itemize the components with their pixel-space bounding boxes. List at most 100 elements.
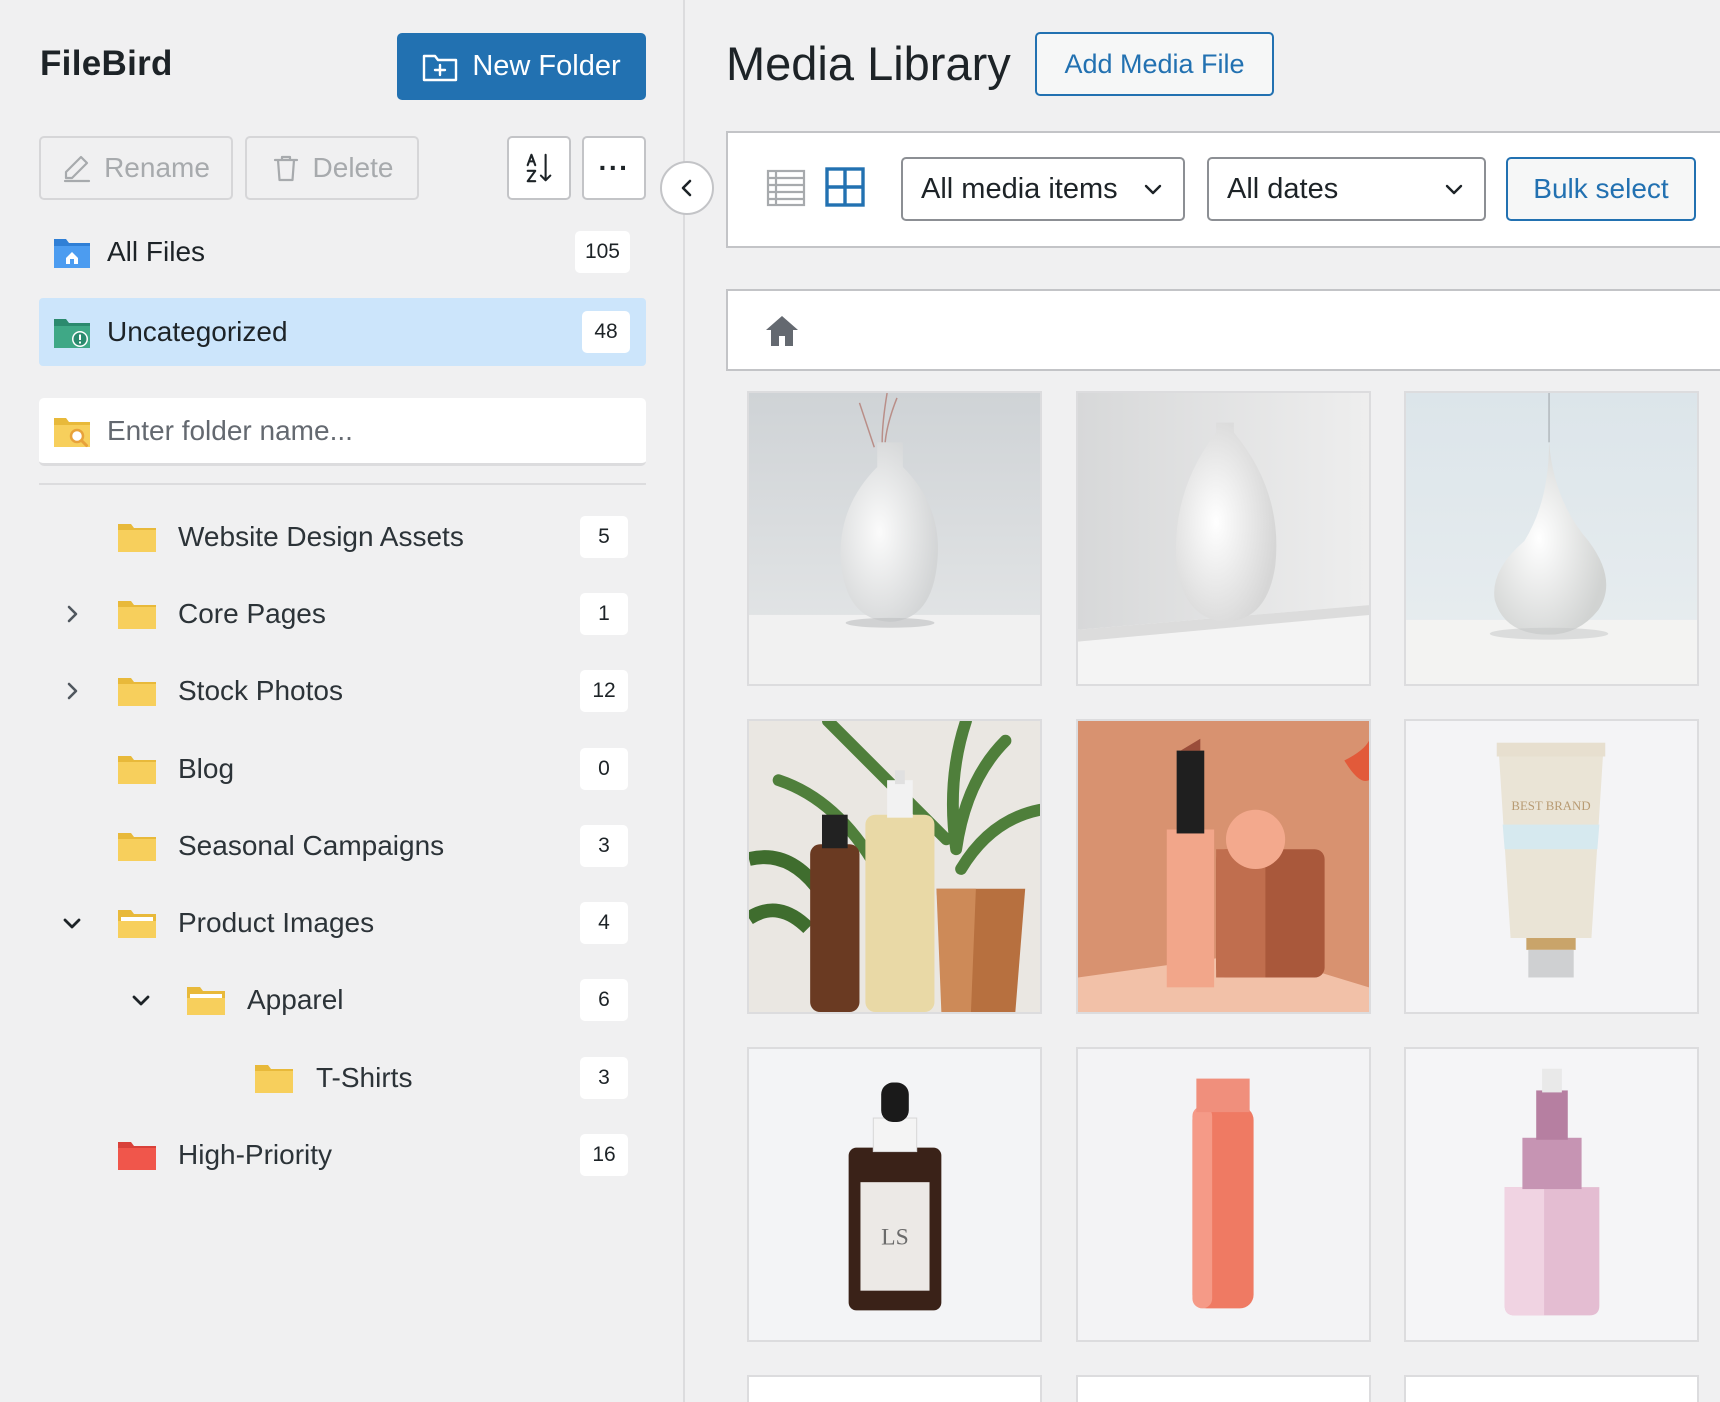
- list-view-icon[interactable]: [766, 168, 806, 208]
- folder-icon: [118, 756, 156, 784]
- delete-label: Delete: [312, 152, 394, 183]
- chevron-right-icon[interactable]: [61, 680, 83, 702]
- folder-item[interactable]: Stock Photos 12: [39, 659, 646, 723]
- folder-label: Product Images: [178, 907, 375, 938]
- folder-count: 0: [580, 748, 628, 790]
- date-filter-select[interactable]: All dates: [1207, 157, 1486, 221]
- media-tile[interactable]: [747, 391, 1042, 686]
- folder-label: Seasonal Campaigns: [178, 830, 445, 861]
- media-toolbar: All media items All dates Bulk select: [726, 131, 1720, 248]
- folder-open-icon: [187, 987, 225, 1015]
- folder-icon: [118, 601, 156, 629]
- white-vase-on-ledge-image: [1078, 393, 1369, 684]
- folder-item[interactable]: T-Shirts 3: [39, 1046, 646, 1110]
- all-files-label: All Files: [107, 236, 206, 267]
- folder-item[interactable]: Apparel 6: [39, 968, 646, 1032]
- media-tile[interactable]: [1404, 1047, 1699, 1342]
- folder-count: 3: [580, 825, 628, 867]
- sort-button[interactable]: [507, 136, 571, 200]
- media-type-value: All media items: [921, 172, 1118, 205]
- folder-item[interactable]: Seasonal Campaigns 3: [39, 814, 646, 878]
- home-icon[interactable]: [764, 313, 800, 349]
- folder-label: Stock Photos: [178, 675, 343, 706]
- new-folder-button[interactable]: New Folder: [397, 33, 646, 100]
- rename-label: Rename: [104, 152, 210, 183]
- all-files-count: 105: [574, 231, 630, 273]
- folder-item[interactable]: High-Priority 16: [39, 1123, 646, 1187]
- media-tile[interactable]: [1076, 391, 1371, 686]
- chevron-down-icon[interactable]: [130, 989, 152, 1011]
- media-tile-partial[interactable]: [747, 1375, 1042, 1402]
- media-tile-partial[interactable]: [1404, 1375, 1699, 1402]
- vase-with-reeds-image: [749, 393, 1040, 684]
- media-tile[interactable]: [1076, 719, 1371, 1014]
- sort-az-icon: [526, 153, 552, 183]
- folder-label: T-Shirts: [316, 1062, 413, 1093]
- pink-perfume-image: [1406, 1049, 1697, 1340]
- new-folder-label: New Folder: [472, 50, 621, 82]
- folder-count: 4: [580, 902, 628, 944]
- folder-count: 6: [580, 979, 628, 1021]
- page-title: Media Library: [726, 37, 1011, 90]
- tube-brand-text: BEST BRAND: [1511, 799, 1590, 813]
- grid-view-icon[interactable]: [825, 167, 865, 207]
- media-tile-partial[interactable]: [1076, 1375, 1371, 1402]
- folder-red-icon: [118, 1142, 156, 1170]
- media-tile[interactable]: LS: [747, 1047, 1042, 1342]
- pencil-icon: [63, 155, 91, 183]
- folder-search-icon: [54, 417, 90, 447]
- dropper-label-text: LS: [881, 1224, 909, 1250]
- chevron-down-icon: [1445, 184, 1463, 195]
- chevron-down-icon: [1144, 184, 1162, 195]
- sidebar-divider: [39, 483, 646, 485]
- all-files-item[interactable]: All Files 105: [39, 218, 646, 286]
- chevron-down-icon[interactable]: [61, 912, 83, 934]
- cream-tube-image: BEST BRAND: [1406, 721, 1697, 1012]
- chevron-right-icon[interactable]: [61, 603, 83, 625]
- folder-search-input[interactable]: [107, 414, 587, 447]
- folder-label: High-Priority: [178, 1139, 333, 1170]
- folder-icon: [255, 1065, 293, 1093]
- folder-item[interactable]: Core Pages 1: [39, 582, 646, 646]
- bulk-select-button[interactable]: Bulk select: [1506, 157, 1696, 221]
- folder-item[interactable]: Blog 0: [39, 737, 646, 801]
- uncategorized-item[interactable]: Uncategorized 48: [39, 298, 646, 366]
- media-tile[interactable]: [747, 719, 1042, 1014]
- add-media-file-button[interactable]: Add Media File: [1035, 32, 1274, 96]
- folder-label: Apparel: [247, 984, 344, 1015]
- coral-bottle-image: [1078, 1049, 1369, 1340]
- dropper-bottle-image: LS: [749, 1049, 1040, 1340]
- media-tile[interactable]: [1404, 391, 1699, 686]
- more-options-button[interactable]: ···: [582, 136, 646, 200]
- media-tile[interactable]: [1076, 1047, 1371, 1342]
- uncategorized-label: Uncategorized: [107, 316, 288, 347]
- media-type-select[interactable]: All media items: [901, 157, 1185, 221]
- folder-item[interactable]: Website Design Assets 5: [39, 505, 646, 569]
- trash-icon: [273, 155, 298, 182]
- folder-count: 12: [580, 670, 628, 712]
- breadcrumb: [726, 289, 1720, 371]
- folder-count: 5: [580, 516, 628, 558]
- rename-button[interactable]: Rename: [39, 136, 233, 200]
- folder-icon: [118, 678, 156, 706]
- chevron-left-icon: [681, 179, 692, 197]
- folder-plus-icon: [423, 54, 458, 81]
- lipstick-peach-image: [1078, 721, 1369, 1012]
- folder-icon: [118, 833, 156, 861]
- date-filter-value: All dates: [1227, 172, 1339, 205]
- folder-count: 1: [580, 593, 628, 635]
- media-tile[interactable]: BEST BRAND: [1404, 719, 1699, 1014]
- uncategorized-count: 48: [582, 311, 630, 353]
- folder-item[interactable]: Product Images 4: [39, 891, 646, 955]
- folder-count: 16: [580, 1134, 628, 1176]
- folder-open-icon: [118, 910, 156, 938]
- teardrop-vase-image: [1406, 393, 1697, 684]
- collapse-sidebar-button[interactable]: [660, 161, 714, 215]
- folder-sidebar: FileBird New Folder Rename Delete ··· Al…: [0, 0, 685, 1402]
- folder-search: [39, 398, 646, 466]
- more-icon: ···: [598, 152, 630, 183]
- uncategorized-folder-icon: [54, 319, 90, 348]
- folder-icon: [118, 524, 156, 552]
- delete-button[interactable]: Delete: [245, 136, 419, 200]
- home-folder-icon: [54, 239, 90, 268]
